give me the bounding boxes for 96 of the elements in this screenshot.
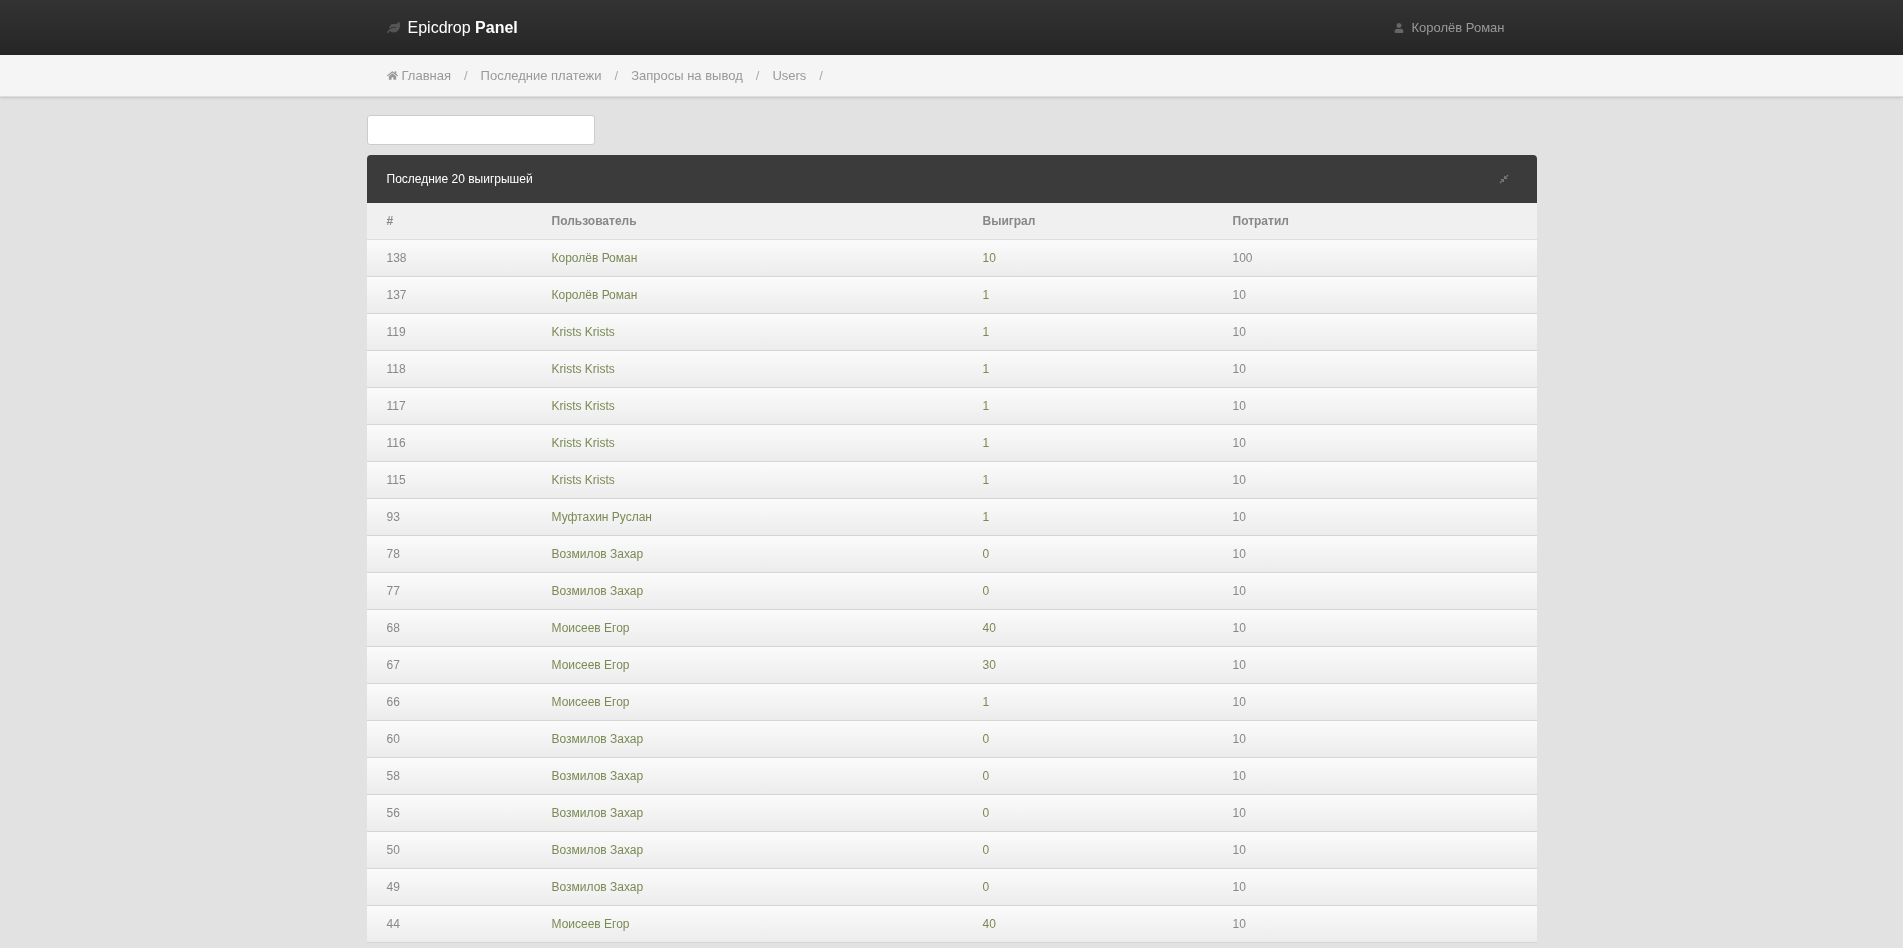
table-cell-text: 1 bbox=[982, 694, 991, 711]
table-cell-text: 10 bbox=[1232, 398, 1247, 415]
table-cell-text: 10 bbox=[1232, 694, 1247, 711]
table-cell-text: 100 bbox=[1232, 250, 1254, 267]
user-link[interactable]: Моисеев Егор bbox=[551, 693, 983, 711]
brand-link[interactable]: Epicdrop Panel bbox=[407, 15, 518, 40]
table-cell-text: 93 bbox=[386, 509, 401, 526]
table-cell-text: 56 bbox=[386, 805, 401, 822]
table-cell-text: 10 bbox=[1232, 768, 1247, 785]
user-link[interactable]: Krists Krists bbox=[551, 360, 983, 378]
table-cell-text: 10 bbox=[1232, 620, 1247, 637]
table-cell-text: 10 bbox=[1232, 287, 1247, 304]
breadcrumb-separator: / bbox=[614, 66, 619, 85]
breadcrumb-link[interactable]: Последние платежи bbox=[480, 65, 602, 86]
table-cell-text: 138 bbox=[386, 250, 408, 267]
table-cell-text: 0 bbox=[982, 842, 991, 859]
user-link[interactable]: Моисеев Егор bbox=[551, 915, 983, 933]
table-cell-text: 1 bbox=[982, 472, 991, 489]
table-cell-text: 1 bbox=[982, 509, 991, 526]
user-link[interactable]: Возмилов Захар bbox=[551, 582, 983, 600]
user-link[interactable]: Муфтахин Руслан bbox=[551, 508, 983, 526]
table-cell-text: 137 bbox=[386, 287, 408, 304]
table-cell-text: 10 bbox=[1232, 842, 1247, 859]
home-icon bbox=[386, 70, 398, 81]
user-link[interactable]: Королёв Роман bbox=[551, 286, 983, 304]
table-cell-text: 10 bbox=[1232, 509, 1247, 526]
breadcrumb-link[interactable]: Главная bbox=[386, 65, 451, 86]
table-cell-text: 1 bbox=[982, 361, 991, 378]
table-cell-text: 40 bbox=[982, 620, 997, 637]
breadcrumb-link[interactable]: Users bbox=[772, 65, 807, 86]
table-cell-text: 50 bbox=[386, 842, 401, 859]
table-cell-text: 49 bbox=[386, 879, 401, 896]
column-header: Потратил bbox=[1232, 213, 1290, 230]
user-link[interactable]: Krists Krists bbox=[551, 434, 983, 452]
table-cell-text: 10 bbox=[1232, 583, 1247, 600]
table-cell-text: 10 bbox=[1232, 435, 1247, 452]
table-cell-text: 10 bbox=[1232, 731, 1247, 748]
breadcrumb-link[interactable]: Запросы на вывод bbox=[631, 65, 743, 86]
table-cell-text: 10 bbox=[1232, 324, 1247, 341]
user-icon bbox=[1393, 22, 1404, 33]
table-cell-text: 67 bbox=[386, 657, 401, 674]
user-link[interactable]: Возмилов Захар bbox=[551, 767, 983, 785]
table-cell-text: 10 bbox=[1232, 546, 1247, 563]
table-cell-text: 10 bbox=[1232, 472, 1247, 489]
search-field[interactable] bbox=[366, 115, 595, 145]
table-cell-text: 0 bbox=[982, 879, 991, 896]
table-cell-text: 116 bbox=[386, 435, 407, 452]
column-header: Выиграл bbox=[982, 213, 1037, 230]
table-cell-text: 119 bbox=[386, 324, 407, 341]
user-link[interactable]: Krists Krists bbox=[551, 471, 983, 489]
leaf-icon bbox=[386, 21, 400, 34]
user-menu-link[interactable]: Королёв Роман bbox=[1393, 17, 1505, 38]
user-link[interactable]: Возмилов Захар bbox=[551, 730, 983, 748]
table-cell-text: 10 bbox=[1232, 805, 1247, 822]
table-cell-text: 0 bbox=[982, 546, 991, 563]
table-cell-text: 30 bbox=[982, 657, 997, 674]
user-link[interactable]: Моисеев Егор bbox=[551, 656, 983, 674]
table-cell-text: 68 bbox=[386, 620, 401, 637]
panel-title: Последние 20 выигрышей bbox=[386, 171, 533, 188]
table-cell-text: 58 bbox=[386, 768, 401, 785]
user-link[interactable]: Возмилов Захар bbox=[551, 841, 983, 859]
user-link[interactable]: Королёв Роман bbox=[551, 249, 983, 267]
breadcrumb-separator: / bbox=[464, 66, 468, 85]
column-header: Пользователь bbox=[551, 213, 638, 230]
table-cell-text: 66 bbox=[386, 694, 401, 711]
table-cell-text: 0 bbox=[982, 731, 991, 748]
collapse-icon[interactable] bbox=[1498, 174, 1509, 184]
table-cell-text: 118 bbox=[386, 361, 407, 378]
table-cell-text: 0 bbox=[982, 768, 991, 785]
table-cell-text: 60 bbox=[386, 731, 401, 748]
table-cell-text: 10 bbox=[1232, 361, 1247, 378]
table-cell-text: 0 bbox=[982, 583, 991, 600]
table-cell-text: 10 bbox=[1232, 657, 1247, 674]
table-cell-text: 10 bbox=[1232, 879, 1247, 896]
user-link[interactable]: Krists Krists bbox=[551, 397, 983, 415]
table-cell-text: 10 bbox=[982, 250, 997, 267]
table-cell-text: 1 bbox=[982, 398, 991, 415]
user-link[interactable]: Возмилов Захар bbox=[551, 804, 983, 822]
table-cell-text: 115 bbox=[386, 472, 407, 489]
user-link[interactable]: Возмилов Захар bbox=[551, 545, 983, 563]
user-link[interactable]: Krists Krists bbox=[551, 323, 983, 341]
table-cell-text: 1 bbox=[982, 287, 991, 304]
table-cell-text: 77 bbox=[386, 583, 401, 600]
column-header: # bbox=[386, 213, 395, 230]
table-cell-text: 0 bbox=[982, 805, 991, 822]
table-cell-text: 10 bbox=[1232, 916, 1247, 933]
breadcrumb-separator: / bbox=[819, 66, 823, 85]
table-cell-text: 40 bbox=[982, 916, 997, 933]
user-link[interactable]: Моисеев Егор bbox=[551, 619, 983, 637]
table-cell-text: 1 bbox=[982, 324, 991, 341]
user-link[interactable]: Возмилов Захар bbox=[551, 878, 983, 896]
table-cell-text: 44 bbox=[386, 916, 401, 933]
breadcrumb-separator: / bbox=[755, 66, 760, 85]
table-cell-text: 78 bbox=[386, 546, 401, 563]
table-cell-text: 117 bbox=[386, 398, 407, 415]
table-cell-text: 1 bbox=[982, 435, 991, 452]
